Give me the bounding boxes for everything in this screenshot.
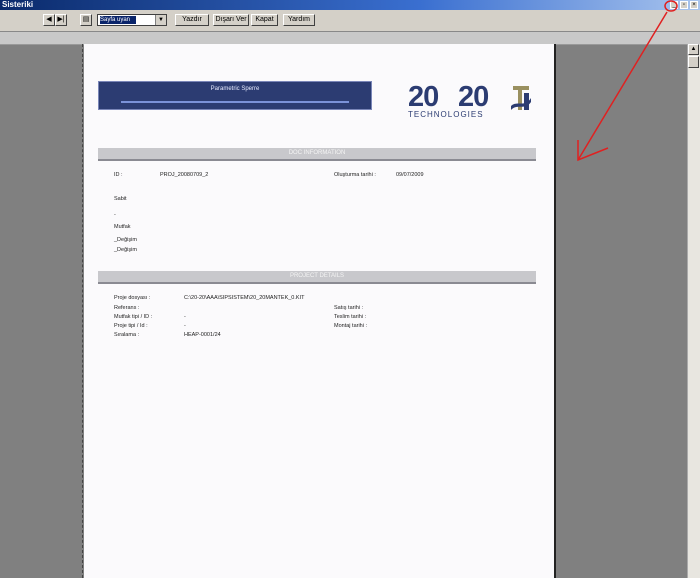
next-page-button[interactable]: ◀: [43, 14, 55, 26]
toolbar: ◀ ▶| ▤ Sayfa uyan ▼ Yazdır Dışarı Ver Ka…: [0, 10, 700, 32]
report-page: Parametric Sperre 20 20 TECHNOLOGIES DOC…: [84, 44, 554, 578]
vertical-scrollbar[interactable]: ▲: [687, 44, 700, 578]
export-button[interactable]: Dışarı Ver: [213, 14, 249, 26]
id-value: PROJ_20080709_2: [160, 172, 209, 178]
detail-label: Proje dosyası :: [114, 295, 151, 301]
section-project-details: PROJECT DETAILS: [98, 271, 536, 284]
logo-num-b: 20: [458, 81, 489, 113]
close-preview-button[interactable]: Kapat: [251, 14, 278, 26]
logo-mark-icon: [511, 86, 531, 110]
scroll-up-icon[interactable]: ▲: [688, 44, 699, 55]
section-title: DOC INFORMATION: [288, 150, 346, 156]
info-line: Mutfak: [114, 224, 131, 230]
section-title: PROJECT DETAILS: [289, 273, 345, 279]
report-banner: Parametric Sperre: [98, 81, 372, 110]
logo-tagline: TECHNOLOGIES: [408, 110, 484, 119]
date-value: 09/07/2009: [396, 172, 424, 178]
close-button[interactable]: ×: [690, 1, 698, 9]
scroll-thumb[interactable]: [688, 56, 699, 68]
page-shadow: [554, 44, 556, 578]
info-line: _Değişim: [114, 247, 137, 253]
detail-label: Referans :: [114, 305, 140, 311]
detail-value: HEAP-0001/24: [184, 332, 221, 338]
zoom-value: Sayfa uyan: [100, 16, 136, 24]
detail-value: C:\20-20\AAA\SIPSISTEM\20_20MANTEK_0.KIT: [184, 295, 305, 301]
logo-num-a: 20: [408, 81, 439, 113]
title-bar: Sisteriki _ ▫ ×: [0, 0, 700, 10]
detail-value: -: [184, 323, 186, 329]
banner-underline: [121, 101, 349, 103]
detail-label: Mutfak tipi / ID :: [114, 314, 153, 320]
right-label: Montaj tarihi :: [334, 323, 368, 329]
right-label: Teslim tarihi :: [334, 314, 367, 320]
section-doc-info: DOC INFORMATION: [98, 148, 536, 161]
detail-label: Proje tipi / Id :: [114, 323, 148, 329]
window-title: Sisteriki: [2, 0, 34, 9]
info-line: _Değişim: [114, 237, 137, 243]
help-button[interactable]: Yardım: [283, 14, 315, 26]
date-label: Oluşturma tarihi :: [334, 172, 376, 178]
info-line: -: [114, 212, 116, 218]
company-logo: 20 20 TECHNOLOGIES: [408, 81, 532, 120]
page-setup-icon[interactable]: ▤: [80, 14, 92, 26]
last-page-button[interactable]: ▶|: [55, 14, 67, 26]
minimize-button[interactable]: _: [670, 1, 678, 9]
banner-title: Parametric Sperre: [210, 86, 260, 92]
restore-button[interactable]: ▫: [680, 1, 688, 9]
info-line: Sabit: [114, 196, 127, 202]
id-label: ID :: [114, 172, 123, 178]
right-label: Satış tarihi :: [334, 305, 364, 311]
detail-value: -: [184, 314, 186, 320]
chevron-down-icon[interactable]: ▼: [155, 15, 166, 25]
zoom-select[interactable]: Sayfa uyan ▼: [97, 14, 167, 26]
print-button[interactable]: Yazdır: [175, 14, 209, 26]
annotation-arrowhead: [577, 140, 609, 162]
detail-label: Sıralama :: [114, 332, 140, 338]
